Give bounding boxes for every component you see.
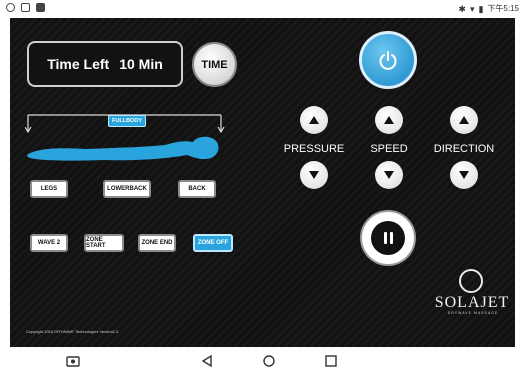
time-left-value: 10 Min (119, 56, 163, 72)
fullbody-button[interactable]: FULLBODY (108, 115, 146, 127)
arrow-down-icon (384, 171, 394, 179)
status-clock: 下午5:15 (487, 4, 519, 13)
direction-label: DIRECTION (433, 143, 495, 155)
arrow-up-icon (309, 116, 319, 124)
settings-icon (6, 3, 15, 12)
recents-icon[interactable] (324, 354, 338, 368)
power-icon (379, 51, 397, 70)
brand-tagline: DRYWAVE MASSAGE (447, 311, 499, 315)
battery-icon: ▮ (478, 3, 484, 14)
status-left-icons (6, 3, 45, 12)
arrow-down-icon (309, 171, 319, 179)
arrow-up-icon (459, 116, 469, 124)
zone-off-button[interactable]: ZONE OFF (193, 234, 233, 252)
pressure-down-button[interactable] (300, 161, 328, 189)
direction-down-button[interactable] (450, 161, 478, 189)
back-button[interactable]: BACK (178, 180, 216, 198)
power-button[interactable] (359, 31, 417, 89)
brand-logo: SOLAJET (434, 294, 510, 311)
massage-control-panel: Time Left 10 Min TIME FULLBODY LEGS LOWE… (10, 18, 515, 347)
back-icon[interactable] (200, 354, 214, 368)
zone-end-button[interactable]: ZONE END (138, 234, 176, 252)
bluetooth-icon: ✱ (458, 3, 466, 14)
image-icon (36, 3, 45, 12)
arrow-up-icon (384, 116, 394, 124)
time-left-display: Time Left 10 Min (27, 41, 183, 87)
solajet-logo-icon (459, 269, 483, 293)
notification-icon (21, 3, 30, 12)
pause-icon (371, 221, 405, 255)
system-nav-bar (0, 347, 525, 374)
pressure-label: PRESSURE (283, 143, 345, 155)
wifi-icon: ▾ (469, 3, 475, 14)
time-button[interactable]: TIME (192, 42, 237, 87)
direction-up-button[interactable] (450, 106, 478, 134)
arrow-down-icon (459, 171, 469, 179)
wave-button[interactable]: WAVE 2 (30, 234, 68, 252)
time-left-label: Time Left (47, 56, 110, 72)
home-icon[interactable] (262, 354, 276, 368)
lowerback-button[interactable]: LOWERBACK (103, 180, 151, 198)
zone-start-button[interactable]: ZONE START (84, 234, 124, 252)
legs-button[interactable]: LEGS (30, 180, 68, 198)
speed-up-button[interactable] (375, 106, 403, 134)
speed-down-button[interactable] (375, 161, 403, 189)
body-silhouette-icon (27, 136, 219, 161)
copyright-text: Copyright 2016 DRYWAVE Technologies Vers… (26, 329, 119, 334)
pause-button[interactable] (360, 210, 416, 266)
status-right: ✱ ▾ ▮ 下午5:15 (458, 3, 519, 14)
pressure-up-button[interactable] (300, 106, 328, 134)
screenshot-icon[interactable] (66, 354, 80, 368)
speed-label: SPEED (370, 143, 408, 155)
status-bar: ✱ ▾ ▮ 下午5:15 (0, 0, 525, 18)
